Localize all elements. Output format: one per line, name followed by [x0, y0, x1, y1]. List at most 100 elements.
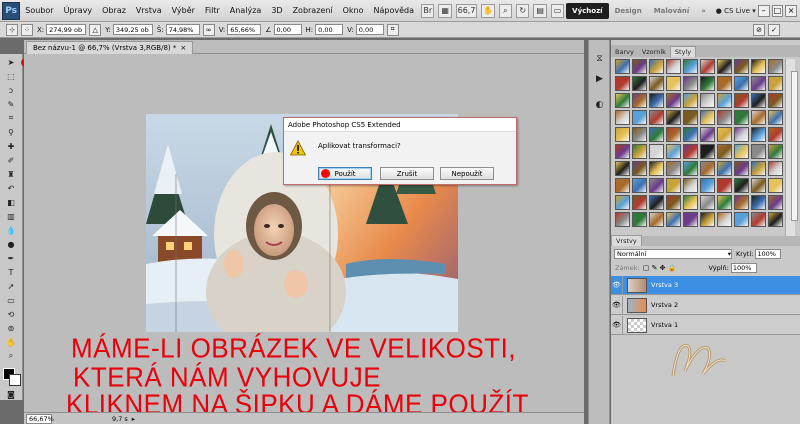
style-swatch[interactable] [632, 161, 647, 176]
move-tool-icon[interactable]: ➤ [3, 56, 19, 68]
style-swatch[interactable] [683, 93, 698, 108]
marquee-tool-icon[interactable]: ⬚ [3, 70, 19, 82]
style-swatch[interactable] [632, 212, 647, 227]
zoom-icon[interactable]: ⌕ [498, 3, 513, 18]
style-swatch[interactable] [768, 161, 783, 176]
style-swatch[interactable] [768, 93, 783, 108]
style-swatch[interactable] [649, 178, 664, 193]
style-swatch[interactable] [768, 212, 783, 227]
layer-row-vrstva-3[interactable]: 👁 Vrstva 3 [611, 275, 800, 295]
workspace-design-button[interactable]: Design [609, 3, 648, 19]
style-swatch[interactable] [734, 144, 749, 159]
zoom-level-field[interactable]: 66,7 [455, 3, 478, 18]
style-swatch[interactable] [717, 195, 732, 210]
3d-rotate-tool-icon[interactable]: ⟲ [3, 308, 19, 320]
style-swatch[interactable] [700, 127, 715, 142]
eye-icon[interactable]: 👁 [611, 275, 623, 295]
style-swatch[interactable] [683, 76, 698, 91]
history-brush-tool-icon[interactable]: ↶ [3, 182, 19, 194]
style-swatch[interactable] [751, 195, 766, 210]
style-swatch[interactable] [649, 127, 664, 142]
layer-row-vrstva-1[interactable]: 👁 Vrstva 1 [611, 315, 800, 335]
maximize-button[interactable]: □ [771, 4, 784, 17]
reference-point-icon[interactable]: ⁘ [21, 23, 33, 36]
style-swatch[interactable] [632, 76, 647, 91]
dont-apply-button[interactable]: Nepoužít [440, 167, 494, 180]
style-swatch[interactable] [734, 110, 749, 125]
menu-item-9[interactable]: Okno [338, 6, 369, 15]
arrange-documents-icon[interactable]: ▤ [533, 3, 547, 18]
style-swatch[interactable] [768, 76, 783, 91]
pen-tool-icon[interactable]: ✒ [3, 252, 19, 264]
background-color-swatch[interactable] [9, 374, 21, 386]
blur-tool-icon[interactable]: 💧 [3, 224, 19, 236]
close-tab-icon[interactable]: × [180, 44, 186, 52]
style-swatch[interactable] [700, 110, 715, 125]
workspace-painting-button[interactable]: Malování [648, 3, 696, 19]
style-swatch[interactable] [632, 178, 647, 193]
style-swatch[interactable] [649, 110, 664, 125]
history-panel-icon[interactable]: ⧖ [592, 52, 607, 66]
tab-colors[interactable]: Barvy [611, 47, 638, 57]
style-swatch[interactable] [700, 178, 715, 193]
styles-scrollbar[interactable] [785, 59, 798, 239]
style-swatch[interactable] [717, 93, 732, 108]
y-input[interactable]: 349,25 ob [112, 24, 153, 35]
close-window-button[interactable]: × [785, 4, 797, 17]
relative-position-icon[interactable]: △ [89, 23, 102, 36]
menu-item-0[interactable]: Soubor [20, 6, 58, 15]
style-swatch[interactable] [632, 59, 647, 74]
workspace-more-icon[interactable]: » [695, 3, 712, 19]
menu-item-5[interactable]: Filtr [200, 6, 225, 15]
document-tab[interactable]: Bez názvu-1 @ 66,7% (Vrstva 3,RGB/8) * × [26, 41, 194, 54]
style-swatch[interactable] [683, 195, 698, 210]
menu-item-3[interactable]: Vrstva [131, 6, 167, 15]
style-swatch[interactable] [666, 76, 681, 91]
style-swatch[interactable] [666, 59, 681, 74]
style-swatch[interactable] [666, 144, 681, 159]
style-swatch[interactable] [683, 127, 698, 142]
style-swatch[interactable] [683, 144, 698, 159]
menu-item-10[interactable]: Nápověda [369, 6, 420, 15]
menu-item-4[interactable]: Výběr [167, 6, 200, 15]
style-swatch[interactable] [717, 76, 732, 91]
style-swatch[interactable] [768, 110, 783, 125]
zoom-percent-field[interactable]: 66,67% [26, 413, 54, 424]
style-swatch[interactable] [700, 195, 715, 210]
menu-item-6[interactable]: Analýza [225, 6, 267, 15]
style-swatch[interactable] [700, 76, 715, 91]
style-swatch[interactable] [734, 76, 749, 91]
style-swatch[interactable] [666, 178, 681, 193]
type-tool-icon[interactable]: T [3, 266, 19, 278]
style-swatch[interactable] [666, 93, 681, 108]
warp-mode-icon[interactable]: ⌗ [386, 23, 399, 36]
styles-scroll-thumb[interactable] [791, 71, 798, 221]
zoom-tool-icon[interactable]: ⌕ [3, 350, 19, 362]
opacity-input[interactable]: 100% [755, 249, 782, 259]
menu-item-2[interactable]: Obraz [97, 6, 131, 15]
status-arrow-icon[interactable]: ▸ [132, 415, 135, 423]
style-swatch[interactable] [734, 127, 749, 142]
style-swatch[interactable] [632, 110, 647, 125]
style-swatch[interactable] [615, 127, 630, 142]
tab-layers[interactable]: Vrstvy [611, 235, 642, 246]
crop-tool-icon[interactable]: ⌗ [3, 112, 19, 124]
style-swatch[interactable] [717, 178, 732, 193]
style-swatch[interactable] [632, 127, 647, 142]
style-swatch[interactable] [700, 59, 715, 74]
style-swatch[interactable] [700, 161, 715, 176]
style-swatch[interactable] [632, 93, 647, 108]
style-swatch[interactable] [649, 212, 664, 227]
style-swatch[interactable] [751, 127, 766, 142]
style-swatch[interactable] [683, 161, 698, 176]
style-swatch[interactable] [751, 144, 766, 159]
style-swatch[interactable] [666, 212, 681, 227]
link-icon[interactable]: ∞ [202, 23, 215, 36]
layer-row-vrstva-2[interactable]: 👁 Vrstva 2 [611, 295, 800, 315]
mini-bridge-icon[interactable]: ▦ [438, 3, 452, 18]
style-swatch[interactable] [683, 178, 698, 193]
style-swatch[interactable] [751, 76, 766, 91]
style-swatch[interactable] [632, 195, 647, 210]
style-swatch[interactable] [768, 127, 783, 142]
style-swatch[interactable] [649, 144, 664, 159]
